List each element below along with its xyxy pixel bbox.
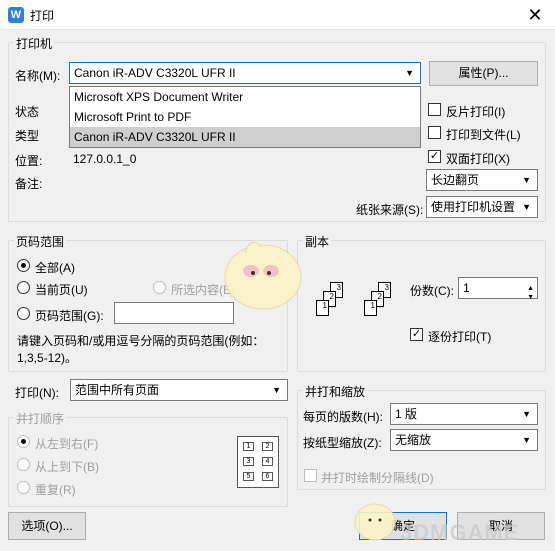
printer-group-label: 打印机	[14, 35, 55, 52]
page-icon: 1	[316, 300, 329, 316]
top-to-bottom-label: 从上到下(B)	[35, 460, 99, 474]
current-page-label: 当前页(U)	[35, 283, 88, 297]
copies-count-value: 1	[463, 281, 470, 295]
pages-per-sheet-select[interactable]: 1 版 ▼	[390, 403, 538, 425]
spin-down-icon[interactable]: ▼	[527, 288, 534, 308]
options-button[interactable]: 选项(O)...	[8, 512, 86, 540]
location-label: 位置:	[15, 154, 43, 168]
mascot-watermark-center	[224, 241, 302, 310]
collate-illustration-1: 3 2 1	[312, 282, 352, 337]
print-what-select[interactable]: 范围中所有页面 ▼	[70, 379, 288, 401]
reverse-print-checkbox[interactable]	[428, 103, 441, 116]
all-pages-radio[interactable]	[17, 259, 30, 272]
flip-value: 长边翻页	[431, 173, 480, 187]
order-preview: 1 2 3 4 5 6	[237, 436, 279, 488]
selection-radio[interactable]	[153, 281, 166, 294]
chevron-down-icon: ▼	[405, 68, 414, 78]
current-page-radio[interactable]	[17, 281, 30, 294]
page-range-radio[interactable]	[17, 307, 30, 320]
type-label: 类型	[15, 129, 40, 143]
collate-label: 逐份打印(T)	[428, 330, 492, 344]
chevron-down-icon: ▼	[522, 409, 531, 419]
scale-select[interactable]: 无缩放 ▼	[390, 429, 538, 451]
paper-source-label: 纸张来源(S):	[356, 203, 424, 217]
status-label: 状态	[15, 105, 40, 119]
preview-cell: 5	[243, 472, 254, 481]
page-range-hint: 请键入页码和/或用逗号分隔的页码范围(例如：1,3,5-12)。	[17, 334, 265, 365]
printer-option[interactable]: Microsoft XPS Document Writer	[70, 87, 420, 107]
preview-cell: 4	[262, 457, 273, 466]
print-what-label: 打印(N):	[15, 386, 59, 400]
all-pages-label: 全部(A)	[35, 261, 75, 275]
preview-cell: 3	[243, 457, 254, 466]
copies-count-input[interactable]: 1 ▲ ▼	[458, 277, 538, 301]
order-group-label: 并打顺序	[14, 410, 67, 427]
paper-source-select[interactable]: 使用打印机设置 ▼	[426, 196, 538, 218]
draw-lines-checkbox[interactable]	[304, 469, 317, 482]
collate-illustration-2: 3 2 1	[360, 282, 400, 337]
copies-count-label: 份数(C):	[410, 284, 454, 298]
title-bar: W 打印 ✕	[0, 0, 555, 30]
preview-cell: 1	[243, 442, 254, 451]
print-what-value: 范围中所有页面	[75, 383, 160, 397]
properties-button[interactable]: 属性(P)...	[429, 61, 538, 86]
repeat-label: 重复(R)	[35, 483, 76, 497]
close-icon[interactable]: ✕	[520, 2, 550, 28]
repeat-radio[interactable]	[17, 481, 30, 494]
scale-label: 按纸型缩放(Z):	[303, 436, 382, 450]
chevron-down-icon: ▼	[522, 175, 531, 185]
mascot-watermark-bottom	[354, 503, 396, 541]
preview-cell: 2	[262, 442, 273, 451]
printer-name-label: 名称(M):	[15, 69, 61, 83]
print-to-file-label: 打印到文件(L)	[446, 128, 521, 142]
printer-name-value: Canon iR-ADV C3320L UFR II	[74, 66, 236, 80]
left-to-right-label: 从左到右(F)	[35, 437, 99, 451]
left-to-right-radio[interactable]	[17, 435, 30, 448]
comment-label: 备注:	[15, 177, 43, 191]
chevron-down-icon: ▼	[522, 202, 531, 212]
wps-app-icon: W	[8, 7, 24, 23]
collate-checkbox[interactable]: ✓	[410, 328, 423, 341]
page-icon: 1	[364, 300, 377, 316]
zoom-group-label: 并打和缩放	[303, 383, 368, 400]
printer-dropdown-list: Microsoft XPS Document Writer Microsoft …	[69, 86, 421, 148]
pages-per-sheet-label: 每页的版数(H):	[303, 410, 383, 424]
chevron-down-icon: ▼	[522, 435, 531, 445]
draw-lines-label: 并打时绘制分隔线(D)	[321, 471, 434, 485]
flip-select[interactable]: 长边翻页 ▼	[426, 169, 538, 191]
scale-value: 无缩放	[395, 433, 432, 447]
preview-cell: 6	[262, 472, 273, 481]
paper-source-value: 使用打印机设置	[431, 200, 516, 214]
printer-option[interactable]: Microsoft Print to PDF	[70, 107, 420, 127]
printer-name-select[interactable]: Canon iR-ADV C3320L UFR II ▼	[69, 62, 421, 84]
watermark-text: 3DMGAME	[400, 520, 520, 545]
reverse-print-label: 反片打印(I)	[446, 105, 506, 119]
chevron-down-icon: ▼	[272, 385, 281, 395]
page-range-label: 页码范围	[14, 233, 67, 250]
print-to-file-checkbox[interactable]	[428, 126, 441, 139]
duplex-print-checkbox[interactable]: ✓	[428, 150, 441, 163]
pages-per-sheet-value: 1 版	[395, 407, 418, 421]
printer-option-selected[interactable]: Canon iR-ADV C3320L UFR II	[70, 127, 420, 147]
duplex-print-label: 双面打印(X)	[446, 152, 510, 166]
window-title: 打印	[30, 9, 55, 23]
location-value: 127.0.0.1_0	[73, 152, 137, 166]
top-to-bottom-radio[interactable]	[17, 458, 30, 471]
page-range-option-label: 页码范围(G):	[35, 309, 104, 323]
